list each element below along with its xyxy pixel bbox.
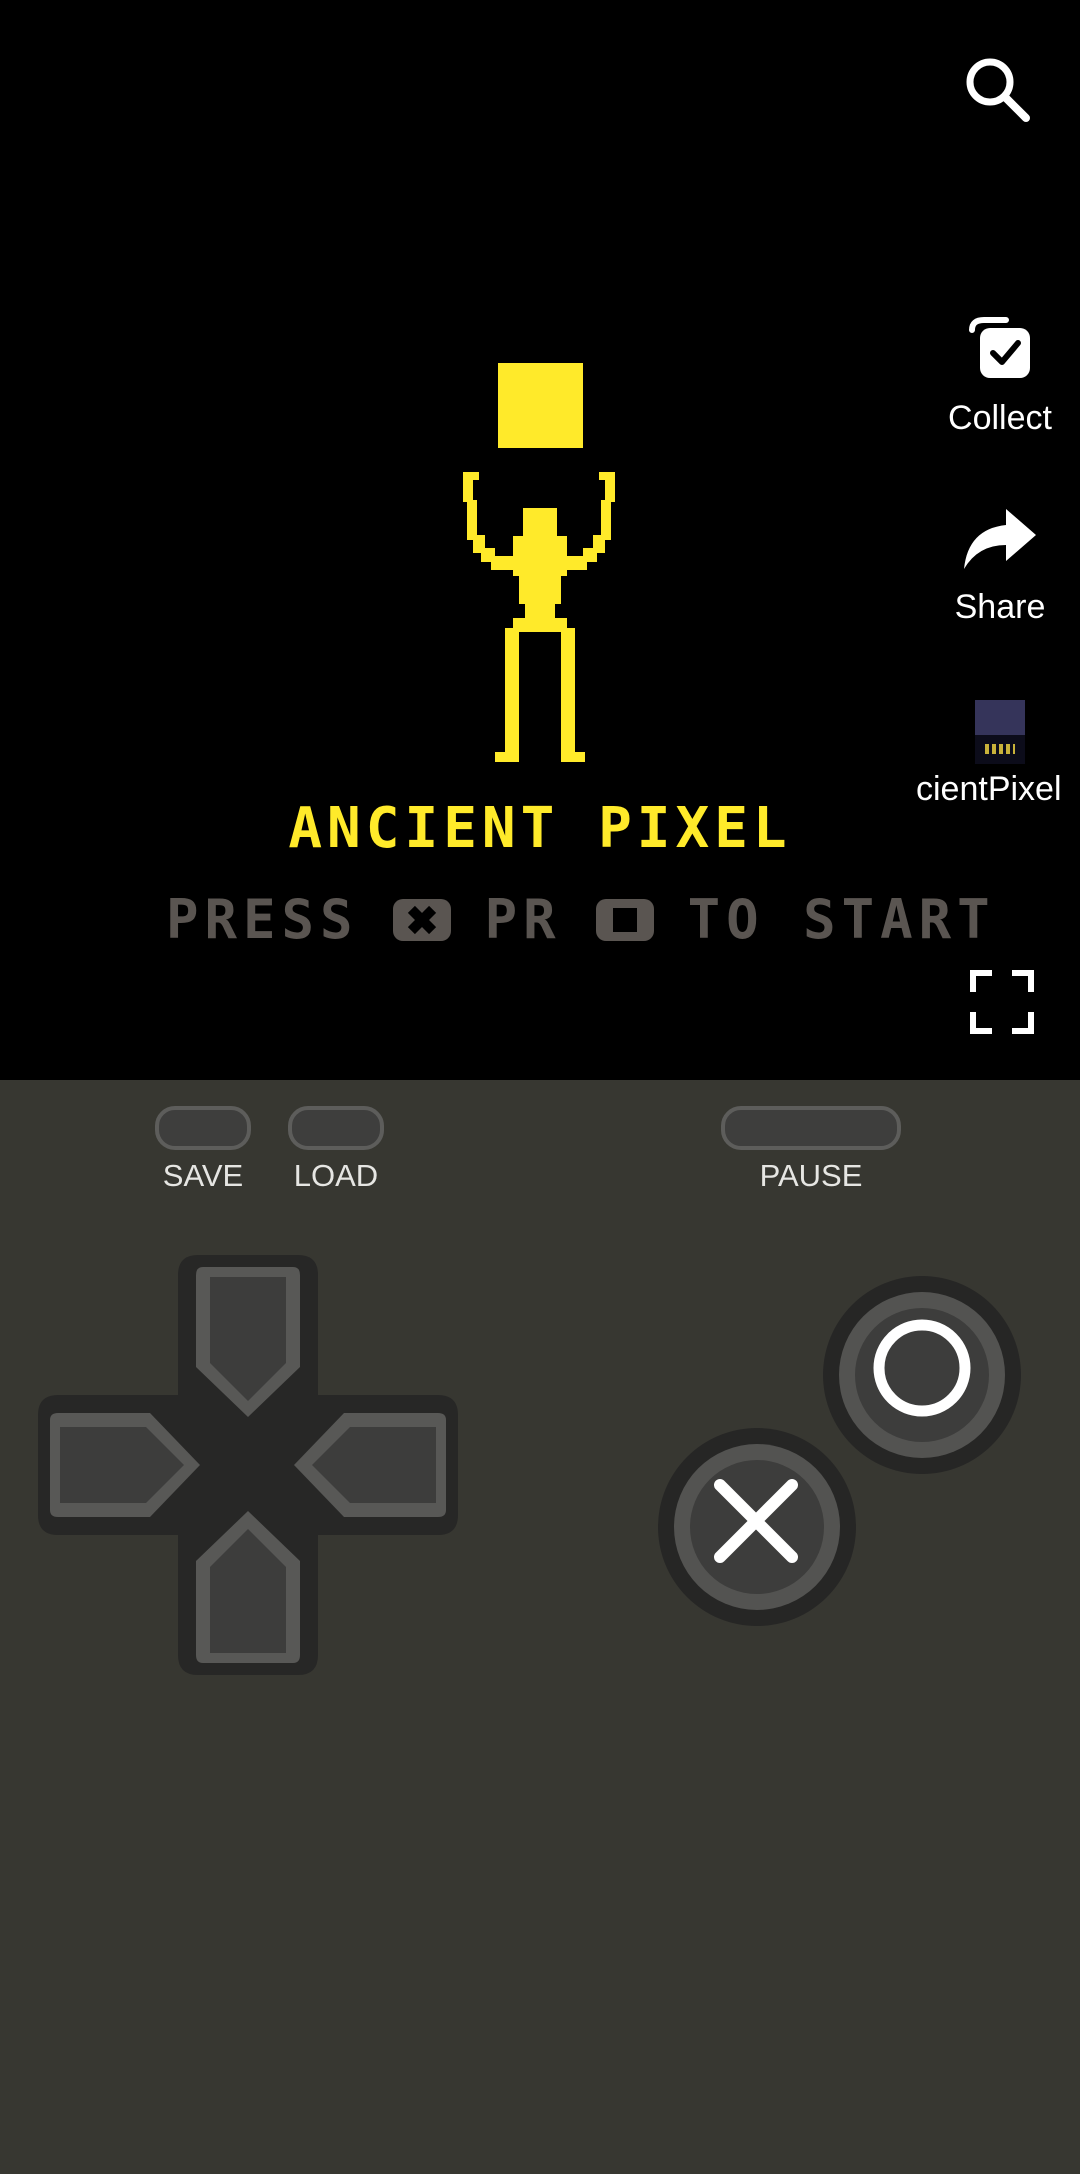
share-label: Share bbox=[954, 588, 1046, 626]
pause-label: PAUSE bbox=[759, 1158, 863, 1193]
cross-glyph-icon bbox=[392, 898, 451, 941]
share-arrow-icon bbox=[964, 509, 1036, 569]
load-button[interactable] bbox=[288, 1106, 384, 1150]
collect-icon bbox=[969, 317, 1030, 378]
share-button[interactable]: Share bbox=[915, 505, 1080, 627]
prompt-press: PRESS bbox=[166, 888, 359, 951]
collect-button[interactable]: Collect bbox=[915, 310, 1080, 438]
dpad bbox=[38, 1255, 458, 1675]
fullscreen-icon[interactable] bbox=[970, 970, 1034, 1034]
game-name-label: cientPixel bbox=[916, 770, 1062, 808]
cross-button[interactable] bbox=[658, 1428, 856, 1626]
cross-icon bbox=[714, 1479, 798, 1563]
circle-glyph-icon bbox=[595, 898, 654, 941]
prompt-or: PR bbox=[484, 888, 562, 951]
game-profile-link[interactable]: cientPixel bbox=[910, 700, 1080, 809]
load-label: LOAD bbox=[293, 1158, 379, 1193]
collect-label: Collect bbox=[948, 399, 1052, 437]
prompt-to-start: TO START bbox=[687, 888, 996, 951]
pause-button[interactable] bbox=[721, 1106, 901, 1150]
save-button[interactable] bbox=[155, 1106, 251, 1150]
save-label: SAVE bbox=[162, 1158, 244, 1193]
game-screen[interactable]: ANCIENT PIXEL PRESS PR TO START Collect … bbox=[0, 0, 1080, 1080]
start-prompt: PRESS PR TO START bbox=[166, 888, 996, 951]
pixel-figure-sprite bbox=[463, 363, 615, 762]
search-icon[interactable] bbox=[960, 52, 1032, 124]
game-thumbnail-icon bbox=[975, 700, 1025, 764]
